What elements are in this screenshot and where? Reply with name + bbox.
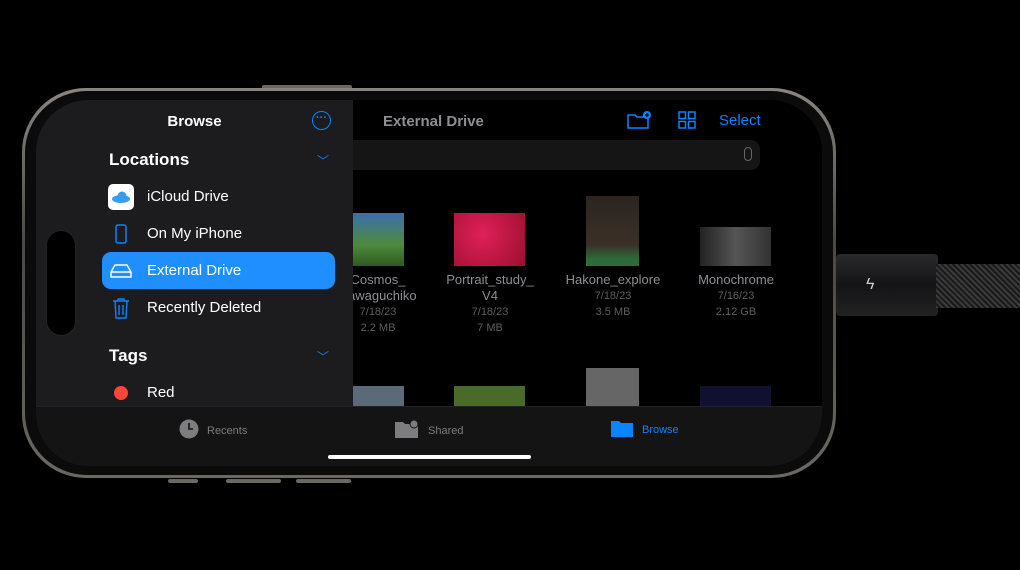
file-size: 7 MB [477,322,503,334]
dynamic-island [46,230,76,336]
volume-up-button [226,479,281,483]
volume-down-button [296,479,351,483]
file-name: Monochrome [698,272,774,287]
tab-label: Browse [642,424,679,436]
file-date: 7/18/23 [594,290,632,302]
sidebar-item-icloud-drive[interactable]: iCloud Drive [102,178,335,215]
external-drive-icon [108,258,134,284]
ellipsis-circle-icon[interactable]: ··· [312,111,331,130]
file-item[interactable]: Portrait_study_V4 7/18/23 7 MB [440,272,540,336]
clock-icon [179,419,199,442]
chevron-down-icon[interactable]: ﹀ [317,348,329,365]
sidebar-item-label: External Drive [147,262,242,279]
file-thumbnail[interactable] [454,213,525,266]
icloud-icon [108,183,134,210]
main-title: External Drive [383,113,484,130]
file-thumbnail[interactable] [586,368,639,406]
sidebar-title: Browse [167,113,222,130]
sidebar-item-on-my-iphone[interactable]: On My iPhone [102,215,335,252]
grid-view-icon[interactable] [678,111,696,133]
sidebar: Browse ··· Locations ﹀ iCloud Drive On M… [36,100,353,406]
file-item[interactable]: Hakone_explore 7/18/23 3.5 MB [553,272,673,320]
file-name: Portrait_study_V4 [446,272,534,303]
red-tag-icon [108,380,134,406]
file-thumbnail[interactable] [700,227,771,266]
locations-header[interactable]: Locations [109,150,189,170]
file-thumbnail[interactable] [454,386,525,406]
file-date: 7/16/23 [717,290,755,302]
folder-icon [610,419,634,441]
microphone-icon[interactable] [744,147,752,161]
tab-label: Shared [428,424,464,437]
sidebar-item-label: Recently Deleted [147,299,262,316]
file-thumbnail[interactable] [352,213,404,266]
search-input[interactable] [353,140,760,170]
file-thumbnail[interactable] [700,386,771,406]
sidebar-item-label: Red [147,384,175,401]
new-folder-icon[interactable] [626,110,652,134]
iphone-frame: External Drive Select Cosmos_Kawaguchiko… [22,88,836,478]
file-thumbnail[interactable] [586,196,639,266]
file-name: Hakone_explore [565,272,661,287]
trash-icon [108,295,134,321]
sidebar-item-label: iCloud Drive [147,188,229,205]
file-size: 2.12 GB [715,306,757,318]
file-date: 7/18/23 [471,306,509,318]
tags-header[interactable]: Tags [109,346,147,366]
file-size: 3.5 MB [595,306,631,318]
iphone-icon [108,221,134,247]
shared-folder-icon [394,419,420,442]
usb-c-cable [836,254,938,316]
tab-browse[interactable]: Browse [610,419,679,441]
sidebar-item-label: On My iPhone [147,225,243,242]
chevron-down-icon[interactable]: ﹀ [317,152,329,169]
tab-shared[interactable]: Shared [394,419,463,442]
tab-recents[interactable]: Recents [179,419,247,442]
screen: External Drive Select Cosmos_Kawaguchiko… [36,100,822,466]
file-thumbnail[interactable] [353,386,404,406]
sidebar-item-external-drive[interactable]: External Drive [102,252,335,289]
tab-label: Recents [207,424,248,437]
side-button [168,479,198,483]
thunderbolt-icon: ϟ [866,276,875,293]
select-button[interactable]: Select [719,112,761,129]
home-indicator[interactable] [328,455,531,459]
cable-braid [936,264,1020,308]
file-item[interactable]: Monochrome 7/16/23 2.12 GB [676,272,796,320]
sidebar-item-recently-deleted[interactable]: Recently Deleted [102,289,335,326]
